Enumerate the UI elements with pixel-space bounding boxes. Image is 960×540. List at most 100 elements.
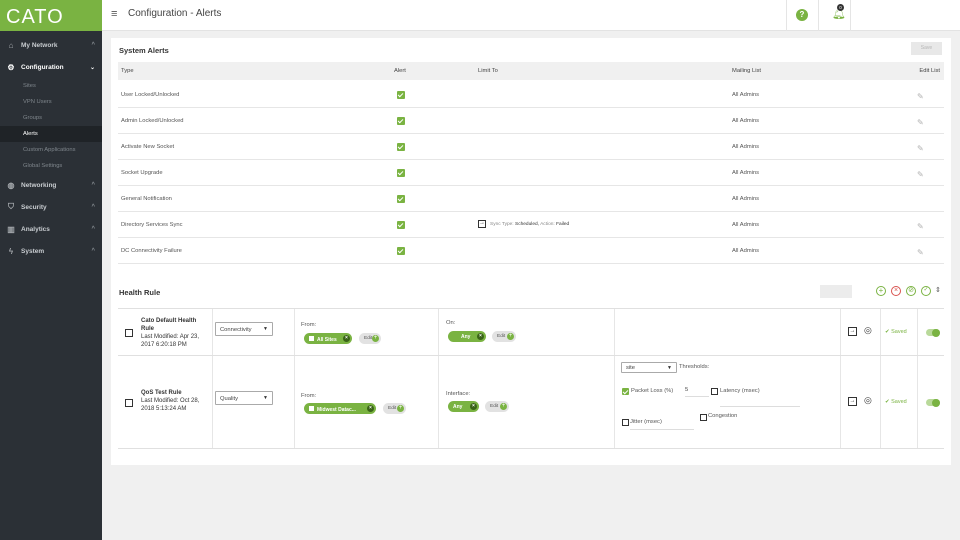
- alert-checkbox[interactable]: [397, 91, 405, 99]
- alert-type: Directory Services Sync: [121, 222, 183, 228]
- alert-checkbox[interactable]: [397, 247, 405, 255]
- pencil-icon[interactable]: ✎: [917, 170, 924, 179]
- check-icon[interactable]: ✓: [921, 286, 931, 296]
- table-row: Socket Upgrade All Admins ✎: [118, 160, 944, 186]
- alert-checkbox[interactable]: [397, 117, 405, 125]
- alert-type: Socket Upgrade: [121, 170, 163, 176]
- thresholds-label: Thresholds:: [679, 364, 710, 370]
- help-icon[interactable]: ?: [796, 9, 808, 21]
- sidebar-item-networking[interactable]: ◍ Networking ^: [0, 174, 102, 196]
- remove-icon[interactable]: ×: [477, 333, 484, 340]
- congestion-checkbox[interactable]: [700, 414, 707, 421]
- edit-source-button[interactable]: Edit +: [359, 333, 381, 344]
- divider: [786, 0, 787, 31]
- column-header-mailing-list: Mailing List: [732, 68, 761, 74]
- pencil-icon[interactable]: ✎: [917, 118, 924, 127]
- latency-label: Latency (msec): [720, 388, 760, 394]
- sidebar-item-label: Networking: [21, 181, 57, 189]
- rule-type-value: Connectivity: [220, 327, 252, 333]
- alerts-panel: System Alerts Save Type Alert Limit To M…: [111, 38, 951, 465]
- sidebar-subitem-custom-applications[interactable]: Custom Applications: [0, 142, 102, 158]
- table-row: DC Connectivity Failure All Admins ✎: [118, 238, 944, 264]
- sidebar-subitem-sites[interactable]: Sites: [0, 78, 102, 94]
- page-title: Configuration - Alerts: [128, 8, 222, 19]
- sort-icon[interactable]: ⇕: [935, 286, 941, 294]
- alert-checkbox[interactable]: [397, 195, 405, 203]
- sidebar-item-label: System: [21, 247, 45, 255]
- edit-target-button[interactable]: Edit +: [492, 331, 516, 342]
- jitter-checkbox[interactable]: [622, 419, 629, 426]
- rule-checkbox[interactable]: [125, 399, 133, 407]
- packet-loss-input[interactable]: 5: [685, 387, 709, 397]
- arrow-in-box-icon[interactable]: →: [478, 220, 486, 228]
- from-label: From:: [301, 393, 317, 399]
- rule-type-select[interactable]: Connectivity ▼: [215, 322, 273, 336]
- alert-checkbox[interactable]: [397, 143, 405, 151]
- sidebar-subitem-global-settings[interactable]: Global Settings: [0, 158, 102, 174]
- dropdown-arrow-icon: ▼: [667, 365, 672, 371]
- edit-source-button[interactable]: Edit +: [383, 403, 406, 414]
- gauge-icon[interactable]: ◎: [864, 395, 872, 406]
- remove-icon[interactable]: ×: [343, 335, 350, 342]
- sidebar-item-analytics[interactable]: ▥ Analytics ^: [0, 218, 102, 240]
- divider: [917, 356, 918, 448]
- jitter-input[interactable]: [630, 420, 694, 430]
- gauge-icon[interactable]: ◎: [864, 325, 872, 336]
- status-badge: ✔ Saved: [885, 399, 907, 405]
- threshold-scope-select[interactable]: site ▼: [621, 362, 677, 373]
- cato-logo[interactable]: CATO: [0, 0, 102, 31]
- sidebar-subitem-alerts[interactable]: Alerts: [0, 126, 102, 142]
- sidebar-item-my-network[interactable]: ⌂ My Network ^: [0, 34, 102, 56]
- source-pill[interactable]: Midwest Datac... ×: [304, 403, 376, 414]
- disable-icon[interactable]: ⊘: [906, 286, 916, 296]
- arrow-in-box-icon[interactable]: →: [848, 327, 857, 336]
- save-button[interactable]: Save: [911, 42, 942, 55]
- packet-loss-checkbox[interactable]: [622, 388, 629, 395]
- chart-icon: ▥: [7, 224, 15, 234]
- pencil-icon[interactable]: ✎: [917, 248, 924, 257]
- remove-icon[interactable]: ×: [367, 405, 374, 412]
- sidebar-subitem-groups[interactable]: Groups: [0, 110, 102, 126]
- latency-checkbox[interactable]: [711, 388, 718, 395]
- enable-toggle[interactable]: [926, 398, 940, 407]
- divider: [212, 309, 213, 355]
- mailing-list: All Admins: [732, 222, 760, 228]
- arrow-in-box-icon[interactable]: →: [848, 397, 857, 406]
- divider: [614, 356, 615, 448]
- chevron-up-icon: ^: [91, 42, 95, 48]
- hamburger-icon[interactable]: ≡: [111, 8, 117, 20]
- rule-name[interactable]: Cato Default Health Rule: [141, 317, 207, 333]
- remove-icon[interactable]: ×: [470, 403, 477, 410]
- divider: [818, 0, 819, 31]
- pencil-icon[interactable]: ✎: [917, 222, 924, 231]
- table-row: Activate New Socket All Admins ✎: [118, 134, 944, 160]
- sidebar-item-configuration[interactable]: ⚙ Configuration ⌄: [0, 56, 102, 78]
- latency-input[interactable]: [720, 397, 800, 407]
- sidebar-item-security[interactable]: ⛉ Security ^: [0, 196, 102, 218]
- divider: [438, 309, 439, 355]
- pencil-icon[interactable]: ✎: [917, 92, 924, 101]
- alert-checkbox[interactable]: [397, 169, 405, 177]
- dropdown-arrow-icon: ▼: [263, 326, 268, 332]
- rule-checkbox[interactable]: [125, 329, 133, 337]
- add-icon[interactable]: +: [876, 286, 886, 296]
- edit-target-button[interactable]: Edit +: [485, 401, 509, 412]
- shield-icon: ⛉: [8, 202, 14, 211]
- rule-type-select[interactable]: Quality ▼: [215, 391, 273, 405]
- pencil-icon[interactable]: ✎: [917, 144, 924, 153]
- divider: [294, 309, 295, 355]
- congestion-label: Congestion: [708, 413, 738, 419]
- target-pill[interactable]: Any ×: [448, 331, 486, 342]
- sidebar-item-system[interactable]: ϟ System ^: [0, 240, 102, 262]
- rule-name[interactable]: QoS Test Rule: [141, 389, 207, 397]
- alert-checkbox[interactable]: [397, 221, 405, 229]
- plus-icon: +: [372, 335, 379, 342]
- limit-to-text: Sync Type: Scheduled, Action: Failed: [490, 222, 569, 227]
- source-pill[interactable]: All Sites ×: [304, 333, 352, 344]
- target-pill[interactable]: Any ×: [448, 401, 479, 412]
- delete-icon[interactable]: ×: [891, 286, 901, 296]
- sync-type-label: Sync Type:: [490, 222, 514, 227]
- home-icon: ⌂: [8, 40, 14, 50]
- sidebar-subitem-vpn-users[interactable]: VPN Users: [0, 94, 102, 110]
- enable-toggle[interactable]: [926, 328, 940, 337]
